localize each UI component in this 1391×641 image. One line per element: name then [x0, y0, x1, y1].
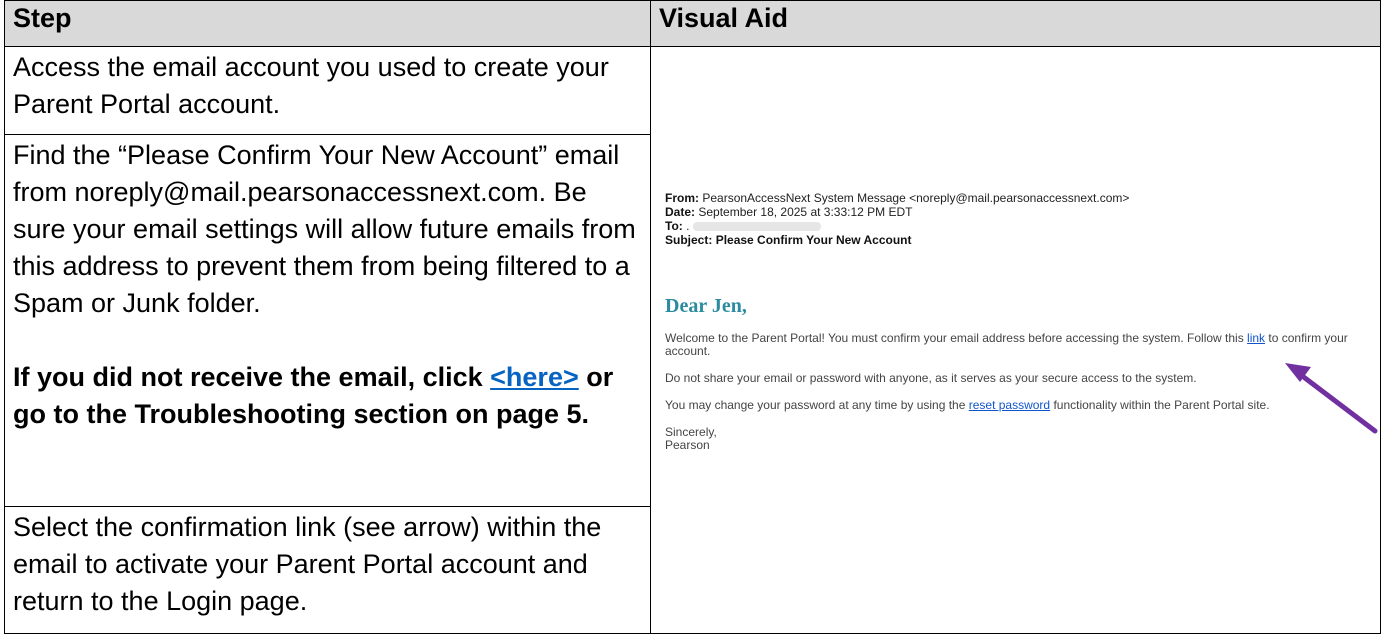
instructions-table: Step Visual Aid Access the email account…	[4, 0, 1381, 635]
purple-arrow-icon	[1285, 362, 1378, 434]
table-header-row: Step Visual Aid	[4, 0, 1381, 47]
header-step: Step	[4, 0, 651, 47]
step-cell-1: Access the email account you used to cre…	[4, 45, 651, 135]
step-cell-2: Find the “Please Confirm Your New Accoun…	[4, 133, 651, 507]
here-link[interactable]: <here>	[490, 362, 579, 392]
step-1-text: Access the email account you used to cre…	[13, 51, 609, 119]
step-3-text: Select the confirmation link (see arrow)…	[13, 511, 602, 616]
header-visual-aid: Visual Aid	[650, 0, 1381, 47]
step-2-text: Find the “Please Confirm Your New Accoun…	[13, 139, 636, 318]
visual-aid-cell: From: PearsonAccessNext System Message <…	[650, 45, 1381, 635]
step-2-bold-note: If you did not receive the email, click …	[13, 361, 614, 429]
table-row: Access the email account you used to cre…	[4, 45, 1381, 635]
step-cell-3: Select the confirmation link (see arrow)…	[4, 505, 651, 635]
